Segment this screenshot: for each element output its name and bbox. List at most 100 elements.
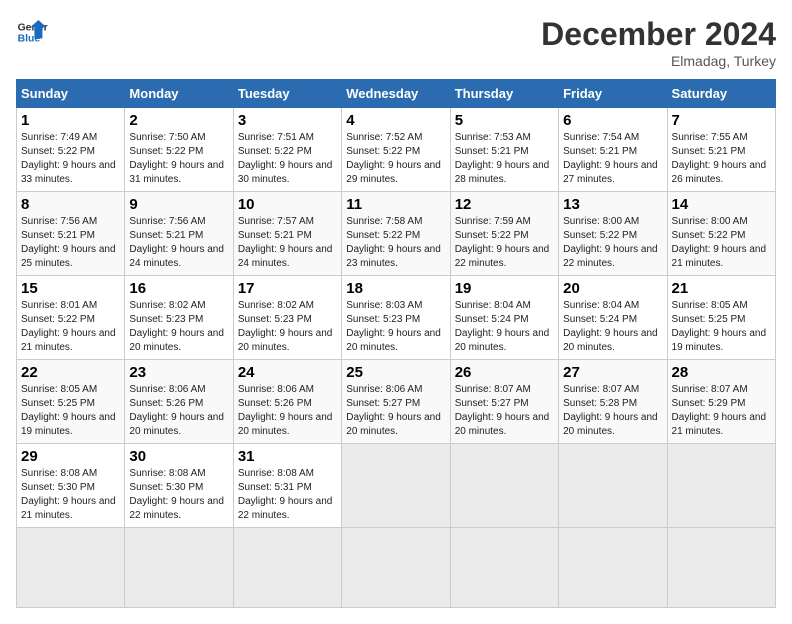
calendar-cell: [559, 444, 667, 528]
calendar-week-3: 15 Sunrise: 8:01 AMSunset: 5:22 PMDayligh…: [17, 276, 776, 360]
day-number: 24: [238, 364, 337, 381]
calendar-cell: 17 Sunrise: 8:02 AMSunset: 5:23 PMDayligh…: [233, 276, 341, 360]
day-number: 2: [129, 112, 228, 129]
header-thursday: Thursday: [450, 80, 558, 108]
day-number: 26: [455, 364, 554, 381]
calendar-cell: 4Sunrise: 7:52 AMSunset: 5:22 PMDaylight…: [342, 108, 450, 192]
header-saturday: Saturday: [667, 80, 775, 108]
svg-text:General: General: [18, 22, 48, 33]
day-number: 9: [129, 196, 228, 213]
calendar-cell: 25Sunrise: 8:06 AMSunset: 5:27 PMDayligh…: [342, 360, 450, 444]
calendar-cell: 20 Sunrise: 8:04 AMSunset: 5:24 PMDayligh…: [559, 276, 667, 360]
day-info: Sunrise: 8:02 AMSunset: 5:23 PMDaylight:…: [238, 299, 337, 355]
page-header: General Blue December 2024 Elmadag, Turk…: [16, 16, 776, 69]
day-info: Sunrise: 8:00 AMSunset: 5:22 PMDaylight:…: [672, 215, 771, 271]
day-number: 25: [346, 364, 445, 381]
calendar-cell: 23 Sunrise: 8:06 AMSunset: 5:26 PMDayligh…: [125, 360, 233, 444]
day-number: 31: [238, 448, 337, 465]
day-info: Sunrise: 7:53 AMSunset: 5:21 PMDaylight:…: [455, 131, 554, 187]
calendar-cell: 11Sunrise: 7:58 AMSunset: 5:22 PMDayligh…: [342, 192, 450, 276]
day-info: Sunrise: 7:51 AMSunset: 5:22 PMDaylight:…: [238, 131, 337, 187]
day-number: 27: [563, 364, 662, 381]
calendar-cell: 3 Sunrise: 7:51 AMSunset: 5:22 PMDaylight…: [233, 108, 341, 192]
calendar-cell: 24 Sunrise: 8:06 AMSunset: 5:26 PMDayligh…: [233, 360, 341, 444]
calendar-cell: [342, 528, 450, 608]
calendar-cell: 28 Sunrise: 8:07 AMSunset: 5:29 PMDayligh…: [667, 360, 775, 444]
calendar-cell: 27Sunrise: 8:07 AMSunset: 5:28 PMDayligh…: [559, 360, 667, 444]
calendar-cell: 18Sunrise: 8:03 AMSunset: 5:23 PMDayligh…: [342, 276, 450, 360]
calendar-week-5: 29Sunrise: 8:08 AMSunset: 5:30 PMDayligh…: [17, 444, 776, 528]
day-number: 6: [563, 112, 662, 129]
day-info: Sunrise: 8:04 AMSunset: 5:24 PMDaylight:…: [563, 299, 662, 355]
calendar-cell: [450, 528, 558, 608]
day-info: Sunrise: 7:50 AMSunset: 5:22 PMDaylight:…: [129, 131, 228, 187]
day-number: 20: [563, 280, 662, 297]
weekday-header-row: Sunday Monday Tuesday Wednesday Thursday…: [17, 80, 776, 108]
day-number: 23: [129, 364, 228, 381]
calendar-cell: 16 Sunrise: 8:02 AMSunset: 5:23 PMDayligh…: [125, 276, 233, 360]
day-info: Sunrise: 8:04 AMSunset: 5:24 PMDaylight:…: [455, 299, 554, 355]
day-info: Sunrise: 7:56 AMSunset: 5:21 PMDaylight:…: [21, 215, 120, 271]
day-number: 29: [21, 448, 120, 465]
day-number: 15: [21, 280, 120, 297]
calendar-cell: 19 Sunrise: 8:04 AMSunset: 5:24 PMDayligh…: [450, 276, 558, 360]
calendar-cell: 22Sunrise: 8:05 AMSunset: 5:25 PMDayligh…: [17, 360, 125, 444]
day-info: Sunrise: 8:06 AMSunset: 5:26 PMDaylight:…: [238, 383, 337, 439]
day-info: Sunrise: 8:00 AMSunset: 5:22 PMDaylight:…: [563, 215, 662, 271]
header-tuesday: Tuesday: [233, 80, 341, 108]
calendar-cell: [667, 444, 775, 528]
day-info: Sunrise: 7:58 AMSunset: 5:22 PMDaylight:…: [346, 215, 445, 271]
header-monday: Monday: [125, 80, 233, 108]
day-number: 14: [672, 196, 771, 213]
header-sunday: Sunday: [17, 80, 125, 108]
day-number: 13: [563, 196, 662, 213]
day-info: Sunrise: 8:07 AMSunset: 5:29 PMDaylight:…: [672, 383, 771, 439]
calendar-cell: 31 Sunrise: 8:08 AMSunset: 5:31 PMDayligh…: [233, 444, 341, 528]
day-number: 30: [129, 448, 228, 465]
day-info: Sunrise: 8:05 AMSunset: 5:25 PMDaylight:…: [672, 299, 771, 355]
calendar-cell: 7Sunrise: 7:55 AMSunset: 5:21 PMDaylight…: [667, 108, 775, 192]
day-info: Sunrise: 7:56 AMSunset: 5:21 PMDaylight:…: [129, 215, 228, 271]
day-number: 8: [21, 196, 120, 213]
calendar-cell: [450, 444, 558, 528]
day-info: Sunrise: 8:08 AMSunset: 5:31 PMDaylight:…: [238, 467, 337, 523]
calendar-cell: 29Sunrise: 8:08 AMSunset: 5:30 PMDayligh…: [17, 444, 125, 528]
calendar-cell: 26 Sunrise: 8:07 AMSunset: 5:27 PMDayligh…: [450, 360, 558, 444]
calendar-week-6: [17, 528, 776, 608]
day-number: 4: [346, 112, 445, 129]
day-number: 19: [455, 280, 554, 297]
calendar-table: Sunday Monday Tuesday Wednesday Thursday…: [16, 79, 776, 608]
day-info: Sunrise: 8:02 AMSunset: 5:23 PMDaylight:…: [129, 299, 228, 355]
day-number: 1: [21, 112, 120, 129]
location: Elmadag, Turkey: [541, 53, 776, 69]
day-info: Sunrise: 8:05 AMSunset: 5:25 PMDaylight:…: [21, 383, 120, 439]
day-info: Sunrise: 8:03 AMSunset: 5:23 PMDaylight:…: [346, 299, 445, 355]
calendar-cell: 30Sunrise: 8:08 AMSunset: 5:30 PMDayligh…: [125, 444, 233, 528]
calendar-cell: 10 Sunrise: 7:57 AMSunset: 5:21 PMDayligh…: [233, 192, 341, 276]
day-number: 16: [129, 280, 228, 297]
calendar-cell: [17, 528, 125, 608]
day-number: 17: [238, 280, 337, 297]
calendar-week-1: 1Sunrise: 7:49 AMSunset: 5:22 PMDaylight…: [17, 108, 776, 192]
day-number: 7: [672, 112, 771, 129]
day-number: 10: [238, 196, 337, 213]
month-title: December 2024: [541, 16, 776, 53]
calendar-cell: 9 Sunrise: 7:56 AMSunset: 5:21 PMDaylight…: [125, 192, 233, 276]
day-number: 3: [238, 112, 337, 129]
calendar-week-4: 22Sunrise: 8:05 AMSunset: 5:25 PMDayligh…: [17, 360, 776, 444]
calendar-cell: [667, 528, 775, 608]
day-info: Sunrise: 8:07 AMSunset: 5:27 PMDaylight:…: [455, 383, 554, 439]
calendar-cell: 21Sunrise: 8:05 AMSunset: 5:25 PMDayligh…: [667, 276, 775, 360]
day-info: Sunrise: 7:57 AMSunset: 5:21 PMDaylight:…: [238, 215, 337, 271]
day-number: 28: [672, 364, 771, 381]
day-info: Sunrise: 7:54 AMSunset: 5:21 PMDaylight:…: [563, 131, 662, 187]
day-number: 5: [455, 112, 554, 129]
day-info: Sunrise: 8:06 AMSunset: 5:26 PMDaylight:…: [129, 383, 228, 439]
logo: General Blue: [16, 16, 48, 48]
calendar-cell: [233, 528, 341, 608]
calendar-cell: 1Sunrise: 7:49 AMSunset: 5:22 PMDaylight…: [17, 108, 125, 192]
title-block: December 2024 Elmadag, Turkey: [541, 16, 776, 69]
calendar-week-2: 8 Sunrise: 7:56 AMSunset: 5:21 PMDaylight…: [17, 192, 776, 276]
day-info: Sunrise: 8:01 AMSunset: 5:22 PMDaylight:…: [21, 299, 120, 355]
calendar-cell: 5 Sunrise: 7:53 AMSunset: 5:21 PMDaylight…: [450, 108, 558, 192]
